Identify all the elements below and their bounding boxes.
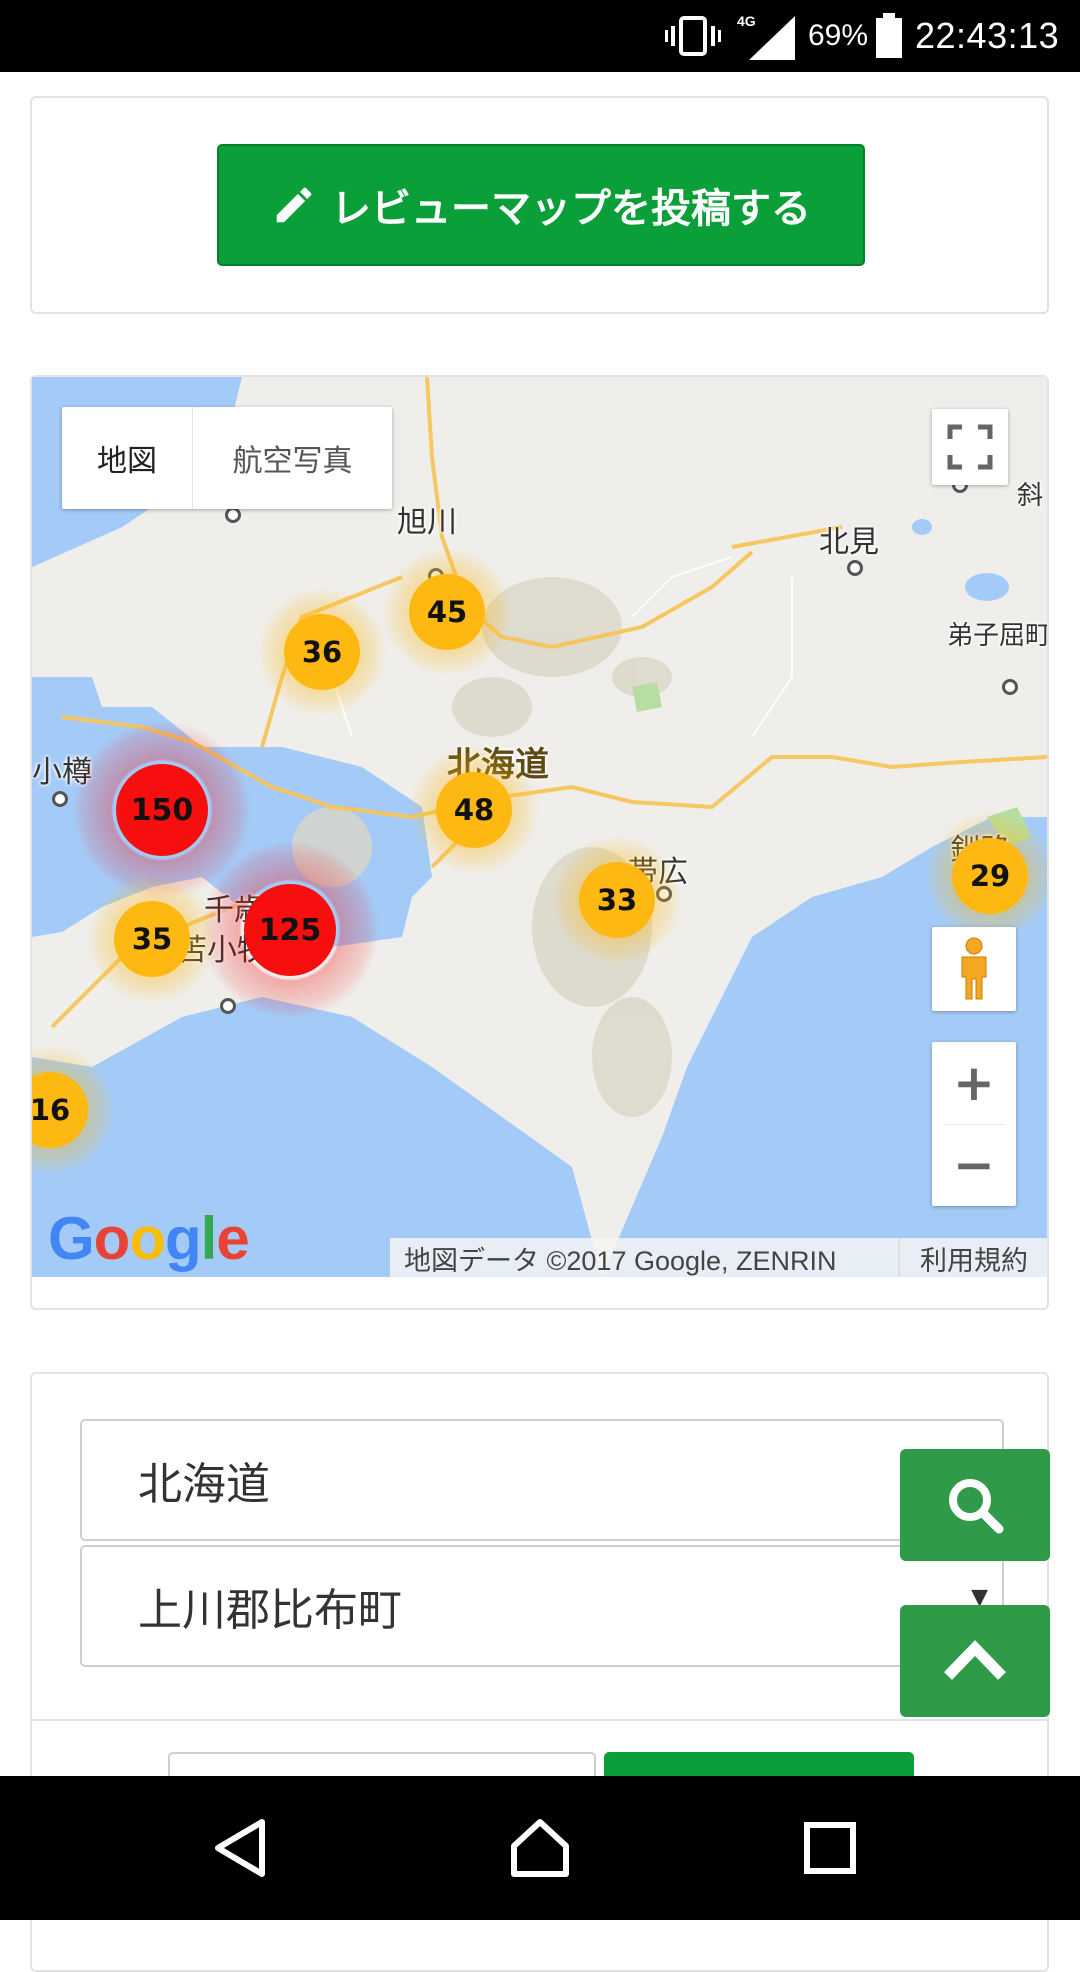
google-logo[interactable]: Google (48, 1204, 250, 1273)
back-button[interactable] (200, 1808, 280, 1888)
fullscreen-icon (947, 424, 993, 470)
map-cluster-marker[interactable]: 150 (116, 764, 208, 856)
map-label-teshikaga: 弟子屈町 (947, 621, 1047, 651)
chevron-up-icon (944, 1640, 1006, 1680)
map-type-satellite-button[interactable]: 航空写真 (193, 407, 392, 509)
battery-icon (875, 0, 903, 72)
review-map[interactable]: 旭川 町 北見 弟子屈町 斜 小樽 北海道 帯広 千歳 苫小牧 釧路 45 36… (32, 377, 1047, 1277)
map-city-dot (1002, 679, 1018, 695)
vibrate-icon (665, 0, 721, 72)
map-label-shari: 斜 (1017, 481, 1044, 511)
map-cluster-marker[interactable]: 36 (284, 614, 360, 690)
map-cluster-marker[interactable]: 33 (579, 862, 655, 938)
map-city-dot (220, 998, 236, 1014)
pegman-icon (961, 937, 987, 1000)
clock: 22:43:13 (915, 15, 1060, 56)
home-button[interactable] (500, 1808, 580, 1888)
map-cluster-marker[interactable]: 35 (114, 901, 190, 977)
zoom-control: + − (932, 1042, 1016, 1206)
pencil-icon (276, 187, 312, 223)
map-cluster-marker[interactable]: 29 (952, 838, 1028, 914)
prefecture-input[interactable]: 北海道 (80, 1419, 1004, 1541)
map-data-credit: 地図データ ©2017 Google, ZENRIN (404, 1245, 837, 1276)
map-label-kitami: 北見 (819, 525, 879, 560)
battery-percent: 69% (808, 19, 869, 52)
back-icon (215, 1819, 265, 1877)
home-icon (511, 1819, 569, 1877)
map-cluster-marker[interactable]: 45 (409, 574, 485, 650)
fullscreen-button[interactable] (932, 409, 1008, 485)
map-city-dot (225, 507, 241, 523)
signal-icon: 4G (735, 0, 801, 72)
post-button-label: レビューマップを投稿する (331, 186, 811, 232)
zoom-in-button[interactable]: + (932, 1042, 1016, 1124)
post-card: レビューマップを投稿する (30, 96, 1049, 314)
recent-apps-icon (804, 1822, 856, 1874)
svg-text:4G: 4G (737, 13, 756, 29)
scroll-to-top-button[interactable] (900, 1605, 1050, 1717)
search-icon (949, 1479, 1004, 1534)
map-label-asahikawa: 旭川 (397, 505, 457, 540)
map-city-dot (847, 560, 863, 576)
street-view-button[interactable] (932, 927, 1016, 1011)
map-type-control: 地図 航空写真 (62, 407, 392, 509)
status-bar: 4G 69% 22:43:13 (0, 0, 1080, 72)
map-label-otaru: 小樽 (32, 755, 92, 790)
zoom-out-button[interactable]: − (932, 1124, 1016, 1206)
city-select-value: 上川郡比布町 (138, 1585, 402, 1636)
terms-link[interactable]: 利用規約 (900, 1239, 1047, 1278)
zoom-divider (944, 1124, 1004, 1125)
city-select[interactable]: 上川郡比布町 ▼ (80, 1545, 1004, 1667)
divider (32, 1719, 1047, 1721)
map-cluster-marker[interactable]: 125 (244, 884, 336, 976)
navigation-bar (0, 1776, 1080, 1920)
map-attribution: 地図データ ©2017 Google, ZENRIN 利用規約 (390, 1238, 1047, 1277)
post-review-map-button[interactable]: レビューマップを投稿する (217, 144, 865, 266)
map-city-dot (52, 791, 68, 807)
map-type-map-button[interactable]: 地図 (62, 407, 193, 509)
recent-apps-button[interactable] (790, 1808, 870, 1888)
map-cluster-marker[interactable]: 48 (436, 772, 512, 848)
map-city-dot (656, 886, 672, 902)
floating-search-button[interactable] (900, 1449, 1050, 1561)
